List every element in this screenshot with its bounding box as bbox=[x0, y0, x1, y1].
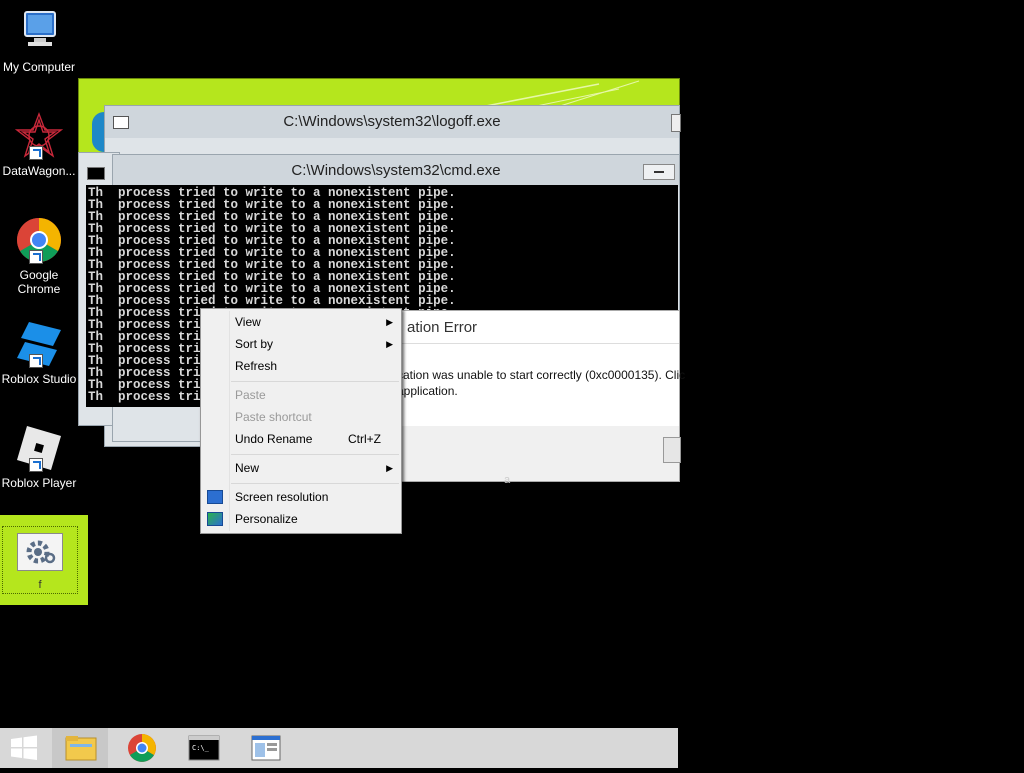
menu-item-new[interactable]: New ▶ bbox=[235, 457, 393, 479]
menu-item-paste-shortcut[interactable]: Paste shortcut bbox=[235, 406, 393, 428]
menu-item-label: Sort by bbox=[235, 337, 274, 351]
error-dialog[interactable]: ation Error cation was unable to start c… bbox=[392, 310, 685, 482]
submenu-arrow-icon: ▶ bbox=[386, 463, 393, 473]
menu-item-shortcut: Ctrl+Z bbox=[348, 432, 381, 446]
console-line-prefix: Th bbox=[88, 390, 104, 404]
ok-button[interactable] bbox=[663, 437, 681, 463]
desktop-icon-my-computer[interactable]: My Computer bbox=[0, 8, 78, 74]
chrome-icon[interactable] bbox=[114, 728, 170, 768]
datawagon-icon bbox=[14, 112, 64, 160]
desktop-icon-roblox-studio[interactable]: Roblox Studio bbox=[0, 320, 78, 386]
cmd-icon[interactable]: C:\_ bbox=[176, 728, 232, 768]
menu-item-label: New bbox=[235, 461, 260, 475]
desktop-icon-label: Google Chrome bbox=[17, 268, 61, 296]
svg-text:C:\_: C:\_ bbox=[192, 744, 210, 752]
menu-item-label: View bbox=[235, 315, 261, 329]
menu-item-label: Screen resolution bbox=[235, 490, 329, 504]
menu-item-sort-by[interactable]: Sort by ▶ bbox=[235, 333, 393, 355]
menu-gutter bbox=[229, 311, 230, 531]
screen-resolution-icon bbox=[207, 490, 223, 504]
error-message-line1: cation was unable to start correctly (0x… bbox=[397, 368, 686, 382]
menu-separator bbox=[231, 483, 399, 484]
error-message-line2: application. bbox=[397, 384, 458, 398]
error-title-bar[interactable]: ation Error bbox=[393, 311, 679, 343]
desktop-icon-roblox-player[interactable]: Roblox Player bbox=[0, 424, 78, 490]
roblox-player-icon bbox=[15, 424, 63, 472]
stray-text: a bbox=[504, 474, 511, 486]
logoff-title-bar[interactable]: C:\Windows\system32\logoff.exe bbox=[105, 106, 681, 138]
shortcut-arrow-icon bbox=[29, 146, 43, 160]
menu-item-label: Paste bbox=[235, 388, 266, 402]
computer-icon bbox=[15, 8, 63, 56]
menu-item-undo-rename[interactable]: Undo Rename Ctrl+Z bbox=[235, 428, 393, 450]
shortcut-arrow-icon bbox=[29, 250, 43, 264]
desktop-icon-label: DataWagon... bbox=[2, 164, 76, 178]
minimize-button[interactable] bbox=[671, 114, 681, 132]
window-icon bbox=[113, 116, 129, 129]
personalize-icon bbox=[207, 512, 223, 526]
menu-separator bbox=[231, 381, 399, 382]
desktop-icon-f[interactable]: f bbox=[2, 526, 78, 594]
menu-item-label: Personalize bbox=[235, 512, 298, 526]
shortcut-arrow-icon bbox=[29, 354, 43, 368]
menu-separator bbox=[231, 454, 399, 455]
desktop-icon-label: f bbox=[38, 579, 42, 591]
desktop-icon-label: My Computer bbox=[2, 60, 76, 74]
minimize-button[interactable] bbox=[643, 164, 675, 180]
desktop-icon-google-chrome[interactable]: Google Chrome bbox=[0, 216, 78, 296]
cmd-icon bbox=[87, 167, 105, 180]
desktop-icon-label: Roblox Studio bbox=[1, 372, 77, 386]
chrome-icon bbox=[15, 216, 63, 264]
desktop-context-menu[interactable]: View ▶ Sort by ▶ Refresh Paste Paste sho… bbox=[200, 308, 402, 534]
taskbar: C:\_ bbox=[0, 728, 678, 768]
file-explorer-icon[interactable] bbox=[52, 728, 108, 768]
desktop-icon-datawagon[interactable]: DataWagon... bbox=[0, 112, 78, 178]
cmd-title-bar[interactable]: C:\Windows\system32\cmd.exe bbox=[113, 155, 679, 187]
menu-item-screen-resolution[interactable]: Screen resolution bbox=[207, 486, 393, 508]
roblox-studio-icon bbox=[15, 320, 63, 368]
settings-icon bbox=[17, 533, 63, 571]
menu-item-personalize[interactable]: Personalize bbox=[207, 508, 393, 530]
shortcut-arrow-icon bbox=[29, 458, 43, 472]
error-body: cation was unable to start correctly (0x… bbox=[393, 343, 685, 426]
submenu-arrow-icon: ▶ bbox=[386, 339, 393, 349]
menu-item-view[interactable]: View ▶ bbox=[235, 311, 393, 333]
menu-item-label: Undo Rename bbox=[235, 432, 313, 446]
cmd-title: C:\Windows\system32\cmd.exe bbox=[291, 162, 501, 179]
menu-item-label: Refresh bbox=[235, 359, 278, 373]
logoff-title: C:\Windows\system32\logoff.exe bbox=[283, 113, 501, 130]
menu-item-refresh[interactable]: Refresh bbox=[235, 355, 393, 377]
menu-item-label: Paste shortcut bbox=[235, 410, 312, 424]
window-app-icon[interactable] bbox=[238, 728, 294, 768]
start-button[interactable] bbox=[0, 728, 48, 768]
submenu-arrow-icon: ▶ bbox=[386, 317, 393, 327]
desktop-icon-label: Roblox Player bbox=[1, 476, 77, 490]
menu-item-paste[interactable]: Paste bbox=[235, 384, 393, 406]
error-title: ation Error bbox=[407, 319, 478, 336]
